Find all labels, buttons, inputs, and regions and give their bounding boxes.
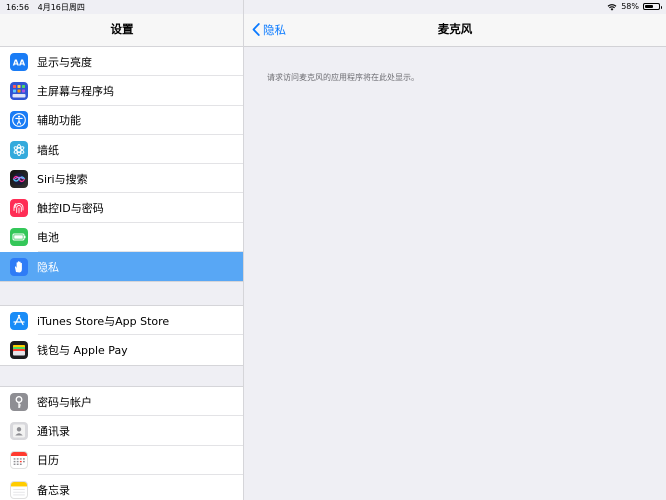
back-button-label: 隐私 — [263, 22, 286, 37]
sidebar-item-label: 密码与帐户 — [37, 395, 92, 409]
empty-state-message: 请求访问麦克风的应用程序将在此处显示。 — [267, 73, 419, 82]
settings-group-stores: iTunes Store与App Store 钱包与 Apple Pay — [0, 305, 243, 366]
battery-status-icon — [643, 3, 662, 10]
sidebar-item-wallpaper[interactable]: 墙纸 — [0, 135, 243, 165]
touch-id-icon — [10, 199, 28, 218]
back-button[interactable]: 隐私 — [252, 14, 286, 45]
contacts-icon — [10, 421, 28, 440]
sidebar-item-label: 钱包与 Apple Pay — [37, 343, 128, 357]
sidebar-item-passwords-accounts[interactable]: 密码与帐户 — [0, 387, 243, 417]
sidebar-item-home-screen-dock[interactable]: 主屏幕与程序坞 — [0, 76, 243, 106]
status-date: 4月16日周四 — [37, 3, 85, 12]
sidebar-item-label: 备忘录 — [37, 483, 70, 497]
privacy-hand-icon — [10, 257, 28, 276]
battery-fill — [645, 5, 653, 8]
sidebar-item-label: 显示与亮度 — [37, 55, 92, 69]
sidebar-item-itunes-app-store[interactable]: iTunes Store与App Store — [0, 306, 243, 336]
key-icon — [10, 392, 28, 411]
sidebar-item-label: 辅助功能 — [37, 114, 81, 128]
sidebar-item-siri-search[interactable]: Siri与搜索 — [0, 164, 243, 194]
wifi-icon — [607, 3, 617, 11]
app-store-icon — [10, 311, 28, 330]
status-time: 16:56 — [6, 3, 30, 12]
siri-icon — [10, 169, 28, 188]
settings-group-apps: 密码与帐户 通讯录 日历 备忘录 — [0, 386, 243, 500]
sidebar-item-touch-id-passcode[interactable]: 触控ID与密码 — [0, 193, 243, 224]
sidebar-item-label: iTunes Store与App Store — [37, 314, 170, 328]
sidebar-item-label: 墙纸 — [37, 143, 59, 157]
sidebar-item-label: Siri与搜索 — [37, 172, 88, 186]
sidebar-item-label: 主屏幕与程序坞 — [37, 84, 114, 98]
chevron-left-icon — [252, 23, 260, 36]
battery-percentage: 58% — [621, 2, 639, 11]
svg-text:AA: AA — [13, 58, 26, 67]
wallet-icon — [10, 340, 28, 359]
detail-navigation-bar: 麦克风 隐私 — [244, 14, 666, 47]
settings-sidebar: 设置 AA 显示与亮度 主屏幕与程序坞 辅助功能 墙纸 Siri与搜索 触控ID… — [0, 0, 244, 500]
page-title: 麦克风 — [437, 22, 473, 36]
calendar-icon — [10, 451, 28, 470]
sidebar-item-battery[interactable]: 电池 — [0, 223, 243, 253]
settings-screen: 设置 AA 显示与亮度 主屏幕与程序坞 辅助功能 墙纸 Siri与搜索 触控ID… — [0, 0, 666, 500]
microphone-detail-pane: 麦克风 隐私 请求访问麦克风的应用程序将在此处显示。 — [244, 0, 666, 500]
battery-icon — [10, 228, 28, 247]
sidebar-item-notes[interactable]: 备忘录 — [0, 475, 243, 500]
accessibility-icon — [10, 111, 28, 130]
sidebar-item-label: 日历 — [37, 454, 59, 468]
sidebar-item-privacy[interactable]: 隐私 — [0, 252, 243, 282]
sidebar-item-label: 触控ID与密码 — [37, 202, 104, 216]
sidebar-item-label: 通讯录 — [37, 424, 70, 438]
sidebar-item-calendar[interactable]: 日历 — [0, 446, 243, 476]
display-brightness-icon: AA — [10, 52, 28, 71]
sidebar-item-wallet-apple-pay[interactable]: 钱包与 Apple Pay — [0, 335, 243, 364]
wallpaper-icon — [10, 140, 28, 159]
home-screen-dock-icon — [10, 81, 28, 100]
sidebar-item-contacts[interactable]: 通讯录 — [0, 416, 243, 446]
notes-icon — [10, 480, 28, 499]
sidebar-title: 设置 — [0, 14, 243, 47]
sidebar-item-label: 隐私 — [37, 260, 59, 274]
status-bar: 16:56 4月16日周四 58% — [0, 0, 666, 14]
sidebar-item-display-brightness[interactable]: AA 显示与亮度 — [0, 47, 243, 77]
sidebar-item-accessibility[interactable]: 辅助功能 — [0, 106, 243, 136]
settings-group-general: AA 显示与亮度 主屏幕与程序坞 辅助功能 墙纸 Siri与搜索 触控ID与密码… — [0, 46, 243, 283]
sidebar-item-label: 电池 — [37, 231, 59, 245]
